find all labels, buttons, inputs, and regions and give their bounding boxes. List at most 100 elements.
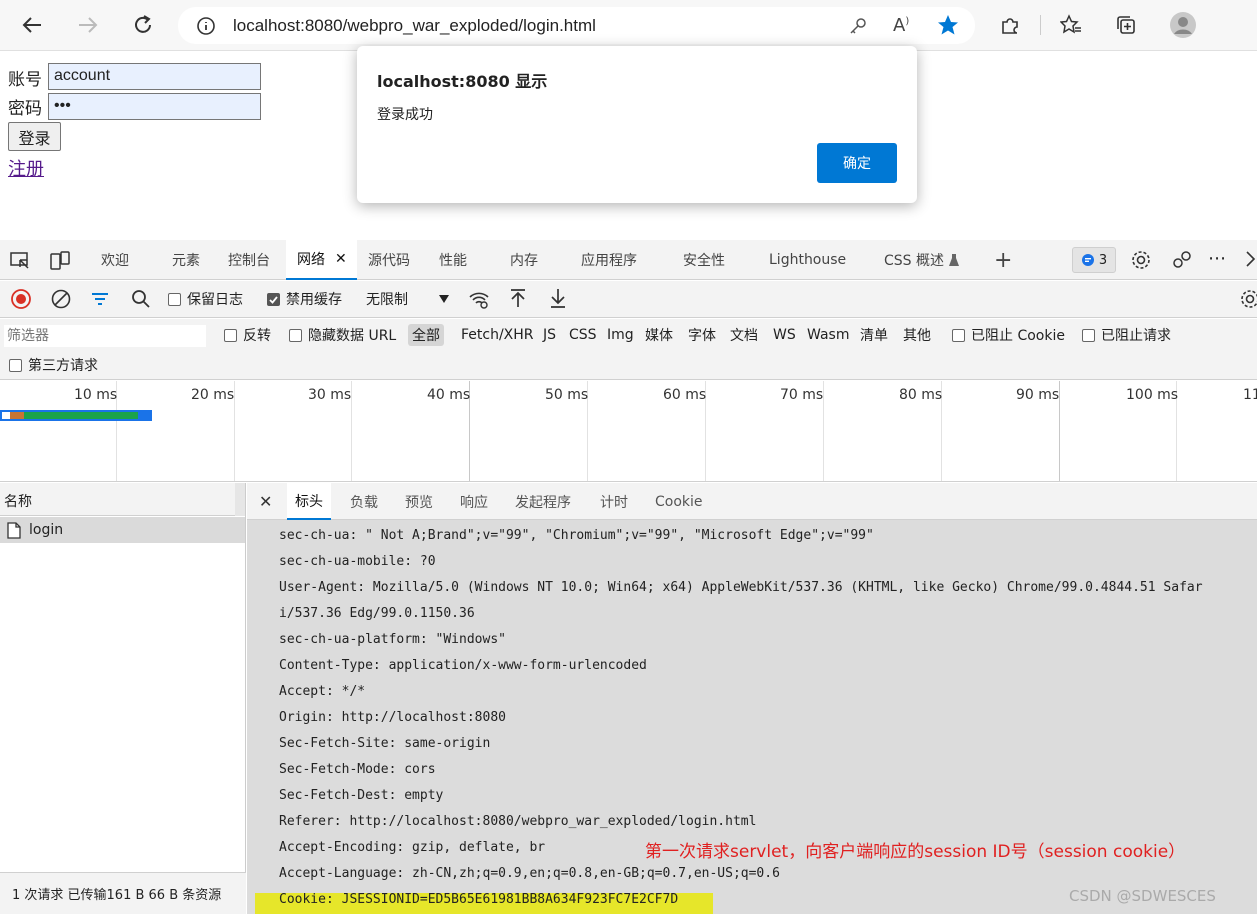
header-line: sec-ch-ua-mobile: ?0 bbox=[279, 554, 436, 569]
checkbox-box[interactable] bbox=[289, 328, 302, 342]
close-icon[interactable]: ✕ bbox=[335, 251, 347, 267]
tick-label: 20 ms bbox=[191, 387, 235, 403]
favorites-icon[interactable] bbox=[1055, 9, 1087, 41]
connect-devices-icon[interactable] bbox=[1171, 249, 1193, 271]
network-overview[interactable]: 10 ms 20 ms 30 ms 40 ms 50 ms 60 ms 70 m… bbox=[0, 381, 1257, 482]
tab-application[interactable]: 应用程序 bbox=[581, 240, 637, 280]
filter-type-doc[interactable]: 文档 bbox=[730, 324, 758, 346]
favorite-star-icon[interactable] bbox=[937, 14, 959, 36]
checkbox-box[interactable] bbox=[1082, 328, 1095, 342]
search-icon[interactable] bbox=[130, 288, 152, 310]
tab-css-overview[interactable]: CSS 概述 bbox=[884, 240, 960, 280]
tab-console[interactable]: 控制台 bbox=[228, 240, 270, 280]
address-bar[interactable]: localhost:8080/webpro_war_exploded/login… bbox=[178, 7, 975, 44]
tab-welcome[interactable]: 欢迎 bbox=[101, 240, 129, 280]
tab-security[interactable]: 安全性 bbox=[683, 240, 725, 280]
checkbox-box[interactable] bbox=[224, 328, 237, 342]
url-text[interactable]: localhost:8080/webpro_war_exploded/login… bbox=[233, 16, 596, 36]
dropdown-caret-icon bbox=[438, 294, 450, 304]
blocked-requests-checkbox[interactable]: 已阻止请求 bbox=[1082, 324, 1171, 346]
table-row[interactable]: login bbox=[0, 517, 245, 543]
tick-label: 30 ms bbox=[308, 387, 352, 403]
tab-memory[interactable]: 内存 bbox=[510, 240, 538, 280]
tab-preview[interactable]: 预览 bbox=[405, 483, 433, 520]
alert-ok-button[interactable]: 确定 bbox=[817, 143, 897, 183]
export-har-icon[interactable] bbox=[547, 287, 569, 309]
filter-type-font[interactable]: 字体 bbox=[688, 324, 716, 346]
name-column-header[interactable]: 名称 bbox=[0, 483, 235, 516]
clear-icon[interactable] bbox=[50, 288, 72, 310]
record-stop-icon[interactable] bbox=[10, 288, 32, 310]
read-aloud-icon[interactable]: A) bbox=[893, 15, 909, 36]
filter-icon[interactable] bbox=[90, 289, 110, 309]
profile-avatar[interactable] bbox=[1167, 9, 1199, 41]
throttle-select[interactable]: 无限制 bbox=[366, 287, 454, 311]
filter-type-fetch-xhr[interactable]: Fetch/XHR bbox=[461, 324, 534, 346]
preserve-log-checkbox[interactable]: 保留日志 bbox=[168, 287, 243, 311]
tab-sources[interactable]: 源代码 bbox=[368, 240, 410, 280]
tab-timing[interactable]: 计时 bbox=[600, 483, 628, 520]
network-conditions-icon[interactable] bbox=[468, 288, 490, 310]
tab-network[interactable]: 网络 ✕ bbox=[286, 240, 357, 280]
invert-checkbox[interactable]: 反转 bbox=[224, 324, 271, 346]
header-line: Sec-Fetch-Dest: empty bbox=[279, 788, 444, 803]
header-line: Sec-Fetch-Site: same-origin bbox=[279, 736, 491, 751]
checkbox-box[interactable] bbox=[9, 358, 22, 372]
request-bar-waiting bbox=[24, 412, 138, 419]
close-details-icon[interactable]: ✕ bbox=[259, 483, 272, 520]
third-party-checkbox[interactable]: 第三方请求 bbox=[9, 354, 98, 376]
network-settings-gear-icon[interactable] bbox=[1239, 288, 1257, 310]
alert-dialog: localhost:8080 显示 登录成功 确定 bbox=[357, 46, 917, 203]
info-icon[interactable] bbox=[196, 16, 216, 36]
filter-type-css[interactable]: CSS bbox=[569, 324, 597, 346]
chevron-right-icon[interactable] bbox=[1244, 249, 1256, 269]
watermark-text: CSDN @SDWESCES bbox=[1069, 887, 1216, 905]
blocked-cookies-checkbox[interactable]: 已阻止 Cookie bbox=[952, 324, 1065, 346]
tab-initiator[interactable]: 发起程序 bbox=[515, 483, 571, 520]
password-input[interactable]: ••• bbox=[48, 93, 261, 120]
filter-type-img[interactable]: Img bbox=[607, 324, 634, 346]
hide-data-urls-checkbox[interactable]: 隐藏数据 URL bbox=[289, 324, 396, 346]
tab-elements[interactable]: 元素 bbox=[172, 240, 200, 280]
network-toolbar: 保留日志 禁用缓存 无限制 bbox=[0, 281, 1257, 318]
header-line: sec-ch-ua-platform: "Windows" bbox=[279, 632, 506, 647]
tab-headers[interactable]: 标头 bbox=[287, 483, 331, 520]
login-button[interactable]: 登录 bbox=[8, 122, 61, 151]
collections-icon[interactable] bbox=[1110, 9, 1142, 41]
forward-arrow-icon[interactable] bbox=[72, 9, 104, 41]
filter-type-js[interactable]: JS bbox=[543, 324, 556, 346]
checkbox-box[interactable] bbox=[168, 292, 181, 306]
tab-payload[interactable]: 负载 bbox=[350, 483, 378, 520]
filter-type-all[interactable]: 全部 bbox=[408, 324, 444, 346]
more-options-icon[interactable]: ⋯ bbox=[1208, 248, 1226, 269]
filter-type-other[interactable]: 其他 bbox=[903, 324, 931, 346]
more-tabs-plus-icon[interactable]: + bbox=[994, 240, 1012, 280]
filter-input[interactable] bbox=[4, 325, 206, 347]
filter-type-manifest[interactable]: 清单 bbox=[860, 324, 888, 346]
tab-response[interactable]: 响应 bbox=[460, 483, 488, 520]
settings-gear-icon[interactable] bbox=[1130, 249, 1152, 271]
device-emulation-icon[interactable] bbox=[49, 250, 71, 272]
register-link[interactable]: 注册 bbox=[8, 155, 44, 181]
import-har-icon[interactable] bbox=[507, 287, 529, 309]
key-icon[interactable] bbox=[848, 16, 868, 36]
tab-css-overview-label: CSS 概述 bbox=[884, 253, 944, 269]
tab-lighthouse[interactable]: Lighthouse bbox=[769, 240, 846, 280]
checkbox-box[interactable] bbox=[952, 328, 965, 342]
disable-cache-checkbox[interactable]: 禁用缓存 bbox=[267, 287, 342, 311]
tab-performance[interactable]: 性能 bbox=[439, 240, 467, 280]
column-resizer[interactable] bbox=[235, 483, 245, 516]
checkbox-checked[interactable] bbox=[267, 292, 280, 306]
filter-type-ws[interactable]: WS bbox=[773, 324, 796, 346]
blocked-cookies-label: 已阻止 Cookie bbox=[971, 328, 1065, 344]
account-input[interactable]: account bbox=[48, 63, 261, 90]
inspect-element-icon[interactable] bbox=[9, 250, 31, 272]
account-label: 账号 bbox=[8, 70, 42, 90]
back-arrow-icon[interactable] bbox=[16, 9, 48, 41]
tab-cookies[interactable]: Cookie bbox=[655, 483, 703, 520]
filter-type-wasm[interactable]: Wasm bbox=[807, 324, 849, 346]
refresh-icon[interactable] bbox=[127, 9, 159, 41]
filter-type-media[interactable]: 媒体 bbox=[645, 324, 673, 346]
issues-badge[interactable]: 3 bbox=[1072, 247, 1116, 273]
extensions-icon[interactable] bbox=[994, 9, 1026, 41]
